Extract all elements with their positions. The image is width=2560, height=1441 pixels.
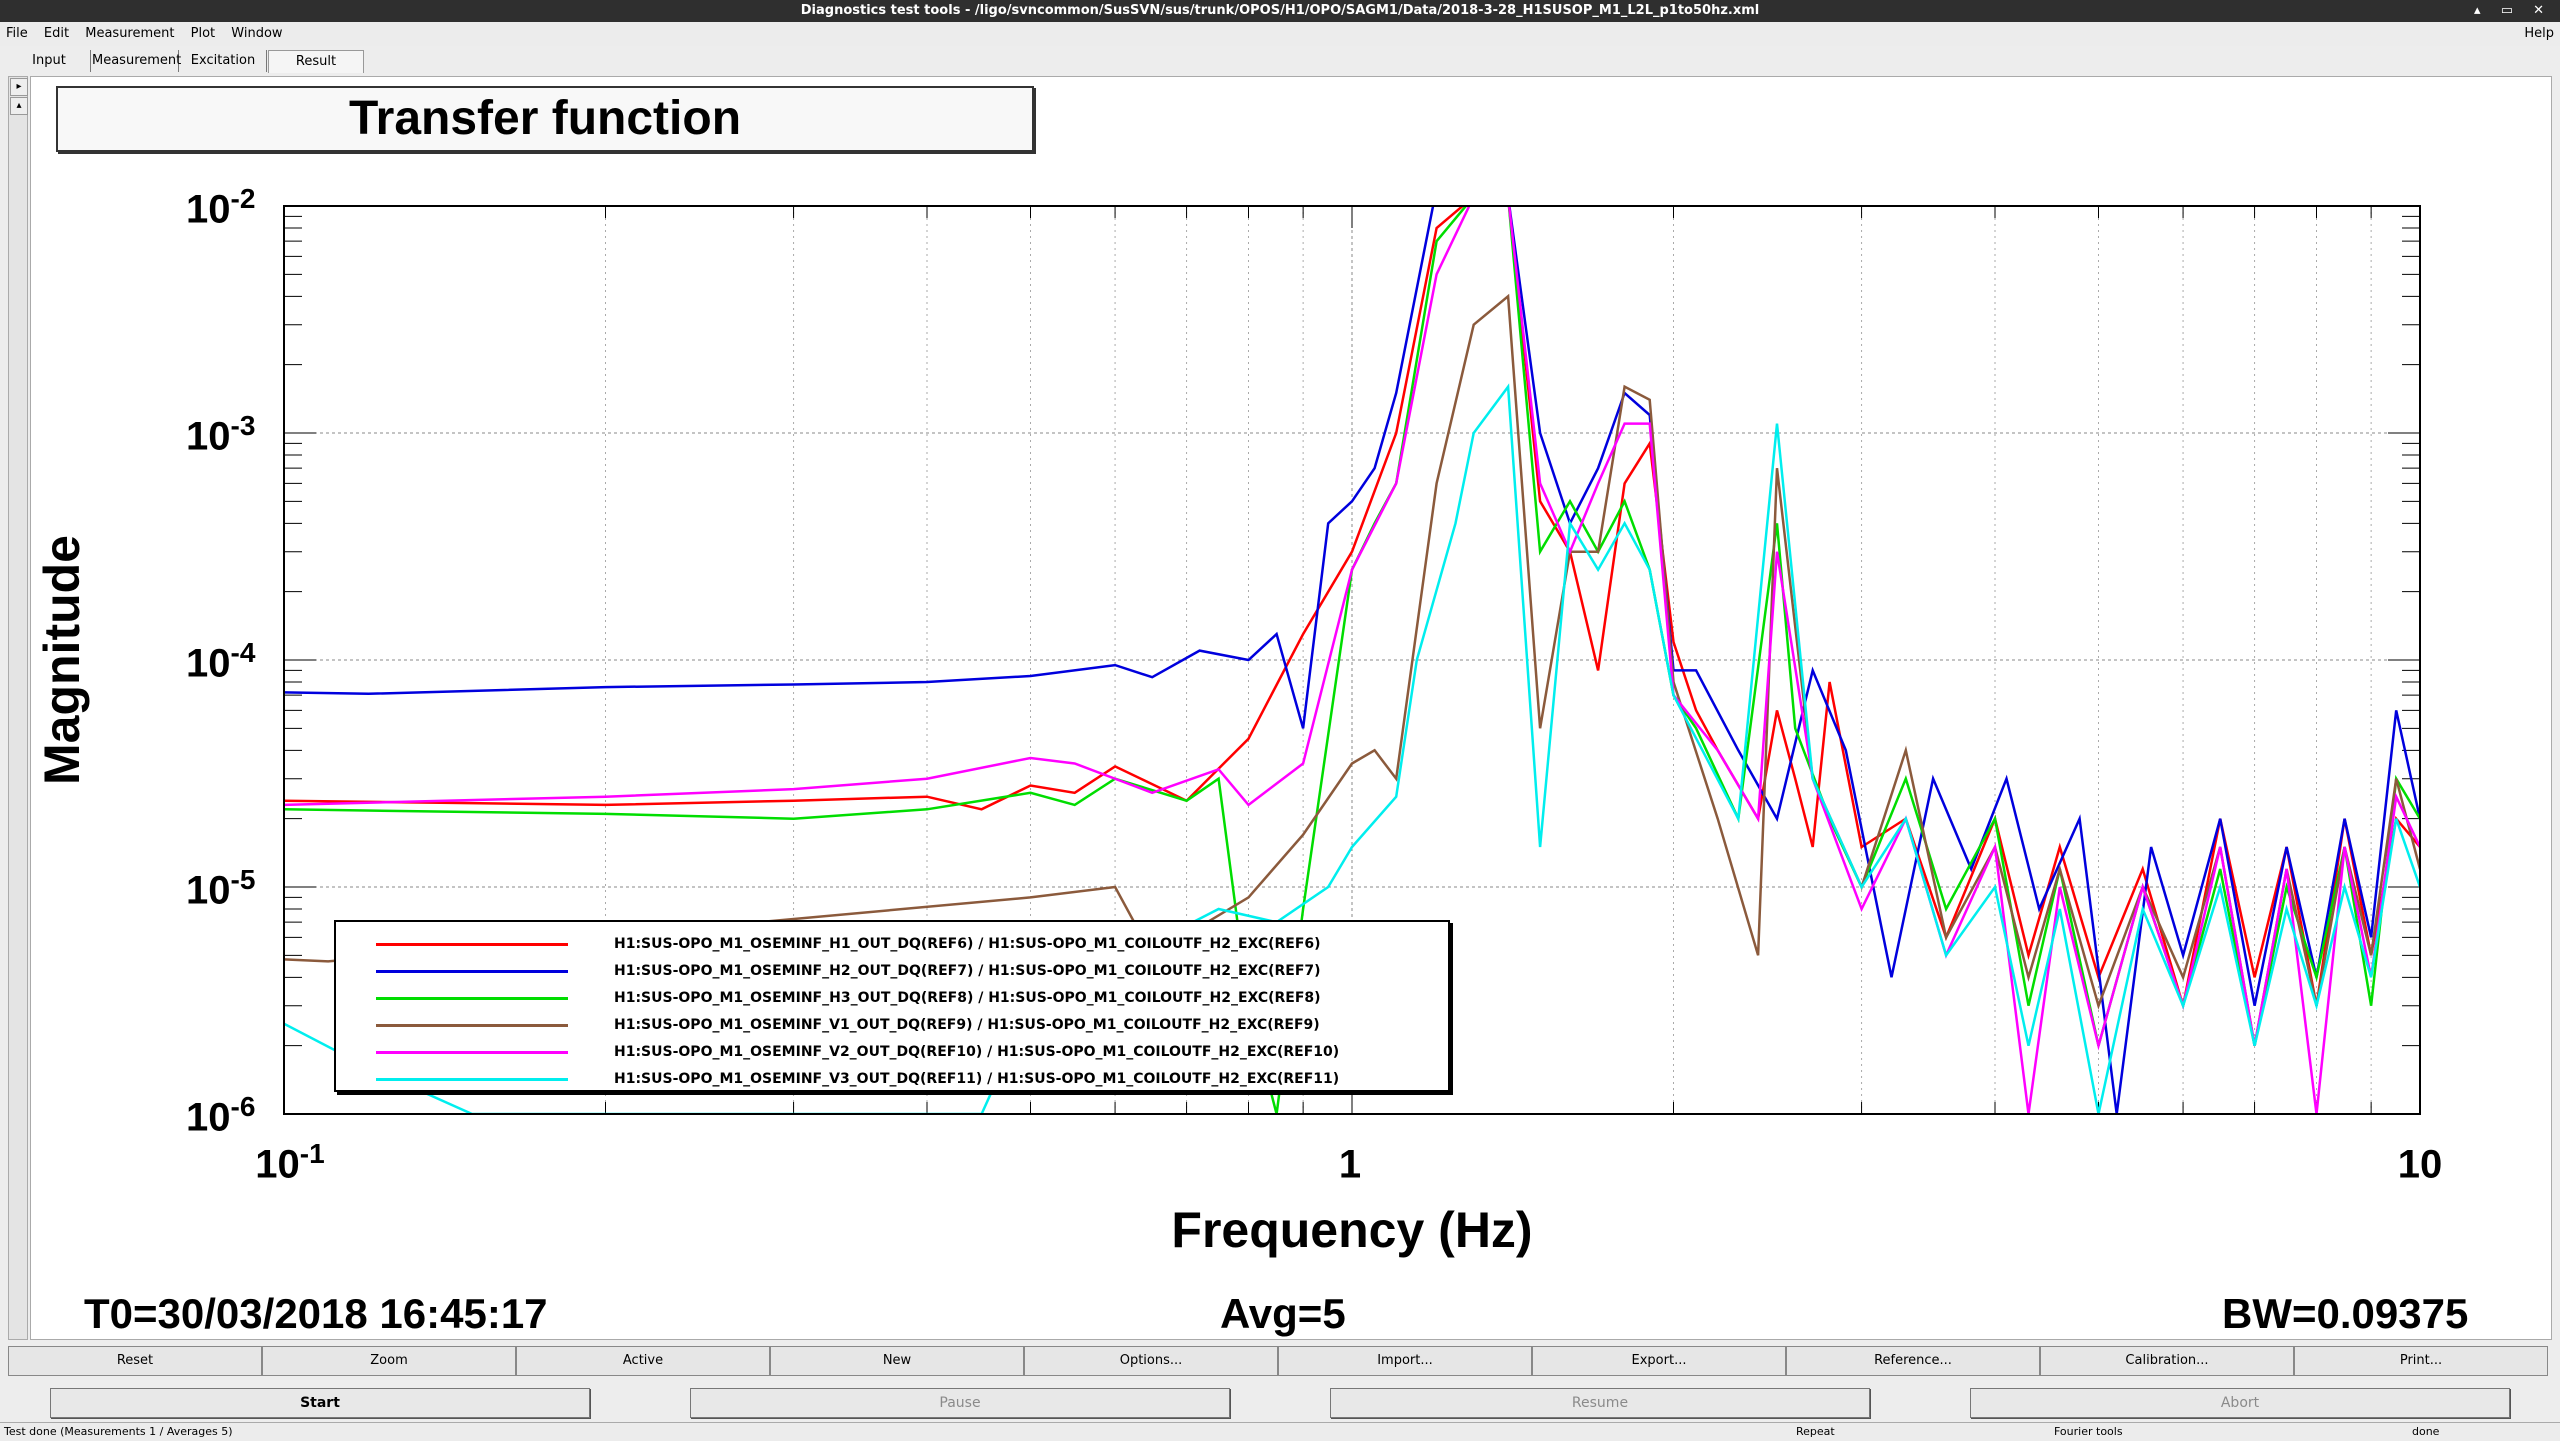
status-state: done [2412, 1425, 2440, 1438]
status-repeat: Repeat [1796, 1425, 1835, 1438]
legend-label: H1:SUS-OPO_M1_OSEMINF_V1_OUT_DQ(REF9) / … [614, 1017, 1320, 1033]
abort-button[interactable]: Abort [1970, 1388, 2510, 1418]
legend-entry: H1:SUS-OPO_M1_OSEMINF_H2_OUT_DQ(REF7) / … [336, 959, 1436, 983]
legend-label: H1:SUS-OPO_M1_OSEMINF_V3_OUT_DQ(REF11) /… [614, 1071, 1340, 1087]
status-bar: Test done (Measurements 1 / Averages 5) … [0, 1422, 2560, 1441]
legend-swatch [376, 1051, 568, 1054]
collapse-arrow-icon[interactable]: ▴ [10, 97, 28, 115]
x-tick-label: 1 [1338, 1142, 1362, 1187]
new-button[interactable]: New [770, 1346, 1024, 1376]
x-tick-label: 10 [2397, 1142, 2443, 1187]
bw-label: BW=0.09375 [2222, 1290, 2469, 1337]
window-title: Diagnostics test tools - /ligo/svncommon… [800, 3, 1760, 18]
legend-entry: H1:SUS-OPO_M1_OSEMINF_V3_OUT_DQ(REF11) /… [336, 1067, 1436, 1091]
tab-input[interactable]: Input [8, 50, 91, 72]
active-button[interactable]: Active [516, 1346, 770, 1376]
menu-file[interactable]: File [6, 26, 28, 41]
y-tick-label: 10-3 [186, 410, 256, 459]
plot-side-toolbar: ▸ ▴ [8, 76, 28, 1340]
options-button[interactable]: Options... [1024, 1346, 1278, 1376]
tab-result[interactable]: Result [268, 50, 364, 73]
reset-button[interactable]: Reset [8, 1346, 262, 1376]
legend-swatch [376, 1078, 568, 1081]
transfer-function-plot[interactable] [30, 76, 2550, 1338]
legend-entry: H1:SUS-OPO_M1_OSEMINF_H1_OUT_DQ(REF6) / … [336, 932, 1436, 956]
legend-swatch [376, 943, 568, 946]
export-button[interactable]: Export... [1532, 1346, 1786, 1376]
reference-button[interactable]: Reference... [1786, 1346, 2040, 1376]
t0-label: T0=30/03/2018 16:45:17 [84, 1290, 548, 1337]
y-tick-label: 10-5 [186, 864, 256, 913]
y-tick-label: 10-4 [186, 637, 256, 686]
expand-arrow-icon[interactable]: ▸ [10, 78, 28, 96]
start-button[interactable]: Start [50, 1388, 590, 1418]
legend-swatch [376, 997, 568, 1000]
legend-swatch [376, 1024, 568, 1027]
legend-label: H1:SUS-OPO_M1_OSEMINF_H1_OUT_DQ(REF6) / … [614, 936, 1321, 952]
plot-title: Transfer function [56, 86, 1034, 152]
resume-button[interactable]: Resume [1330, 1388, 1870, 1418]
y-axis-label: Magnitude [34, 535, 90, 785]
calibration-button[interactable]: Calibration... [2040, 1346, 2294, 1376]
tab-measurement[interactable]: Measurement [92, 50, 181, 72]
window-title-bar: Diagnostics test tools - /ligo/svncommon… [0, 0, 2560, 22]
y-tick-label: 10-2 [186, 183, 256, 232]
legend-entry: H1:SUS-OPO_M1_OSEMINF_H3_OUT_DQ(REF8) / … [336, 986, 1436, 1010]
menu-window[interactable]: Window [231, 26, 282, 41]
pause-button[interactable]: Pause [690, 1388, 1230, 1418]
menu-bar: File Edit Measurement Plot Window Help [0, 22, 2560, 46]
status-tools: Fourier tools [2054, 1425, 2123, 1438]
window-controls[interactable]: ▴ ▭ ✕ [2474, 0, 2552, 22]
zoom-button[interactable]: Zoom [262, 1346, 516, 1376]
menu-measurement[interactable]: Measurement [85, 26, 174, 41]
avg-label: Avg=5 [1220, 1290, 1346, 1337]
menu-help[interactable]: Help [2524, 22, 2554, 46]
legend-entry: H1:SUS-OPO_M1_OSEMINF_V2_OUT_DQ(REF10) /… [336, 1040, 1436, 1064]
legend-entry: H1:SUS-OPO_M1_OSEMINF_V1_OUT_DQ(REF9) / … [336, 1013, 1436, 1037]
x-axis-label: Frequency (Hz) [1171, 1202, 1533, 1258]
status-message: Test done (Measurements 1 / Averages 5) [4, 1425, 233, 1438]
import-button[interactable]: Import... [1278, 1346, 1532, 1376]
menu-edit[interactable]: Edit [44, 26, 69, 41]
tab-excitation[interactable]: Excitation [180, 50, 267, 72]
x-tick-label: 10-1 [255, 1138, 325, 1187]
legend-swatch [376, 970, 568, 973]
legend-label: H1:SUS-OPO_M1_OSEMINF_V2_OUT_DQ(REF10) /… [614, 1044, 1340, 1060]
y-tick-label: 10-6 [186, 1091, 256, 1140]
legend-label: H1:SUS-OPO_M1_OSEMINF_H2_OUT_DQ(REF7) / … [614, 963, 1321, 979]
plot-legend[interactable]: H1:SUS-OPO_M1_OSEMINF_H1_OUT_DQ(REF6) / … [334, 920, 1450, 1092]
legend-label: H1:SUS-OPO_M1_OSEMINF_H3_OUT_DQ(REF8) / … [614, 990, 1321, 1006]
print-button[interactable]: Print... [2294, 1346, 2548, 1376]
menu-plot[interactable]: Plot [191, 26, 216, 41]
